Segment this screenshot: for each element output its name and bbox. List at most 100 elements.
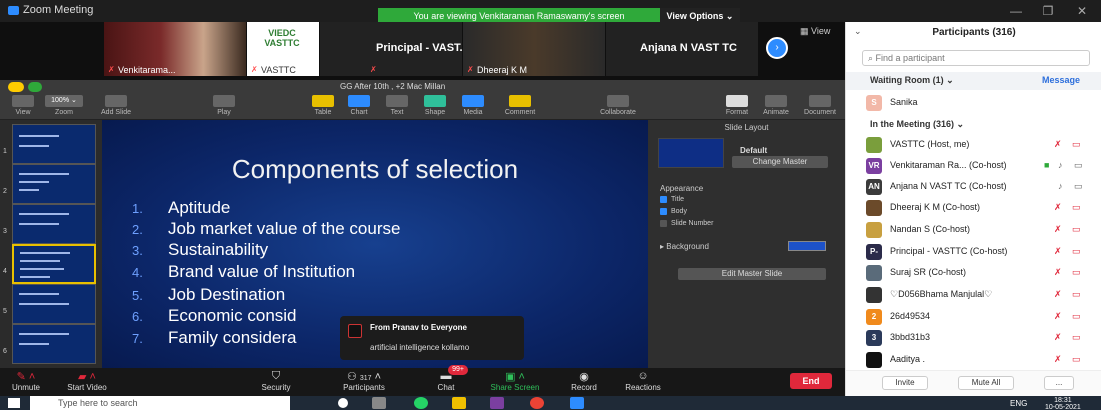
restore-icon[interactable]: ❐ <box>1038 4 1058 18</box>
collaborate-icon <box>607 95 629 107</box>
shield-icon: ⛉ <box>271 370 281 382</box>
mic-icon: ♪ <box>1058 160 1063 170</box>
participant-row[interactable]: AN Anjana N VAST TC (Co-host) ♪ ▭ <box>846 176 1101 197</box>
zoom-window: Zoom Meeting You are viewing Venkitarama… <box>0 0 1101 410</box>
tool-media[interactable]: Media <box>458 95 488 116</box>
tool-shape[interactable]: Shape <box>420 95 450 116</box>
video-tile[interactable]: VIEDC VASTTC ✗ VASTTC <box>247 22 319 76</box>
participant-row[interactable]: Nandan S (Co-host) ✗ ▭ <box>846 219 1101 240</box>
layout-swatch[interactable] <box>658 138 724 168</box>
reactions-icon: ☺ <box>637 370 649 382</box>
muted-mic-icon: ✗ <box>108 65 115 74</box>
video-tile[interactable]: Anjana N VAST TC <box>606 22 758 76</box>
tool-table[interactable]: Table <box>308 95 338 116</box>
mute-all-button[interactable]: Mute All <box>958 376 1014 390</box>
onenote-icon[interactable] <box>490 397 504 409</box>
start-video-button[interactable]: ▰ ˄ Start Video <box>62 370 112 392</box>
file-explorer-icon[interactable] <box>452 397 466 409</box>
tool-add-slide[interactable]: Add Slide <box>96 95 136 116</box>
panel-header: Slide Layout <box>724 123 769 132</box>
participant-row[interactable]: Suraj SR (Co-host) ✗ ▭ <box>846 262 1101 283</box>
change-master-button[interactable]: Change Master <box>732 156 828 168</box>
video-icon: ▭ <box>1074 181 1083 191</box>
mic-icon: ♪ <box>1058 181 1063 191</box>
tool-format[interactable]: Format <box>720 95 754 116</box>
background-section[interactable]: ▸ Background <box>660 242 709 251</box>
message-button[interactable]: Message <box>1042 75 1080 85</box>
body-checkbox[interactable]: Body <box>660 208 687 215</box>
slide-thumbnail[interactable] <box>12 324 96 364</box>
zoom-taskbar-icon[interactable] <box>570 397 584 409</box>
tool-view[interactable]: View <box>8 95 38 116</box>
waiting-participant-row[interactable]: S Sanika <box>846 92 1101 113</box>
slide-bullet: 5. Job Destination <box>132 285 286 304</box>
participant-search-input[interactable]: ⌕ Find a participant <box>862 50 1090 66</box>
participant-row[interactable]: P- Principal - VASTTC (Co-host) ✗ ▭ <box>846 241 1101 262</box>
windows-start-icon[interactable] <box>8 398 20 408</box>
waiting-room-header[interactable]: Waiting Room (1) ⌄ Message <box>846 72 1101 90</box>
reactions-button[interactable]: ☺ Reactions <box>620 370 666 392</box>
view-button[interactable]: ▦ View <box>800 26 830 37</box>
participant-row[interactable]: Dheeraj K M (Co-host) ✗ ▭ <box>846 197 1101 218</box>
video-off-icon: ▭ <box>1072 311 1081 321</box>
slide-bullet: 6. Economic consid <box>132 306 297 325</box>
in-meeting-header[interactable]: In the Meeting (316) ⌄ <box>870 119 964 130</box>
security-button[interactable]: ⛉ Security <box>256 370 296 392</box>
share-screen-button[interactable]: ▣ ˄ Share Screen <box>484 370 546 392</box>
taskbar-search-input[interactable]: Type here to search <box>30 396 290 410</box>
layout-name: Default <box>740 146 768 155</box>
mic-muted-icon: ✗ <box>1054 354 1062 364</box>
annotate-icon[interactable] <box>8 82 24 92</box>
participant-row[interactable]: VR Venkitaraman Ra... (Co-host) ■ ♪ ▭ <box>846 155 1101 176</box>
minimize-icon[interactable]: — <box>1006 4 1026 18</box>
slide-thumbnail[interactable] <box>12 284 96 324</box>
participant-row[interactable]: ♡D056Bhama Manjulal♡ ✗ ▭ <box>846 284 1101 305</box>
animate-icon <box>765 95 787 107</box>
cortana-icon[interactable] <box>338 398 348 408</box>
task-view-icon[interactable] <box>372 397 386 409</box>
edit-master-slide-button[interactable]: Edit Master Slide <box>678 268 826 280</box>
tool-collaborate[interactable]: Collaborate <box>596 95 640 116</box>
close-icon[interactable]: ✕ <box>1072 4 1092 18</box>
background-color-swatch[interactable] <box>788 241 826 251</box>
tool-comment[interactable]: Comment <box>500 95 540 116</box>
whatsapp-icon[interactable] <box>414 397 428 409</box>
invite-button[interactable]: Invite <box>882 376 928 390</box>
chrome-icon[interactable] <box>530 397 544 409</box>
tool-document[interactable]: Document <box>798 95 842 116</box>
slide-thumbnail[interactable] <box>12 164 96 204</box>
slide-thumbnail[interactable] <box>12 124 96 164</box>
chat-notification[interactable]: From Pranav to Everyone artificial intel… <box>340 316 524 360</box>
next-page-icon[interactable]: › <box>766 37 788 59</box>
clock[interactable]: 18:31 10-05-2021 <box>1045 397 1081 410</box>
participant-row[interactable]: 3 3bbd31b3 ✗ ▭ <box>846 327 1101 348</box>
slide-navigator: 1 2 3 4 5 6 <box>0 120 102 368</box>
tool-text[interactable]: Text <box>382 95 412 116</box>
more-button[interactable]: ... <box>1044 376 1074 390</box>
participants-panel: ⌄ Participants (316) ⌕ Find a participan… <box>845 22 1101 396</box>
participant-row[interactable]: VASTTC (Host, me) ✗ ▭ <box>846 134 1101 155</box>
muted-mic-icon: ✗ <box>251 65 258 74</box>
tool-animate[interactable]: Animate <box>758 95 794 116</box>
appearance-heading: Appearance <box>660 184 704 193</box>
slide-number-checkbox[interactable]: Slide Number <box>660 220 713 227</box>
slide-bullet: 7. Family considera <box>132 328 297 347</box>
video-tile[interactable]: ✗ Venkitarama... <box>104 22 246 76</box>
video-tile[interactable]: ✗ Dheeraj K M <box>463 22 605 76</box>
tool-chart[interactable]: Chart <box>344 95 374 116</box>
mic-muted-icon: ✗ <box>1054 311 1062 321</box>
slide-thumbnail[interactable] <box>12 204 96 244</box>
app-title: Zoom Meeting <box>8 4 93 16</box>
tool-play[interactable]: Play <box>204 95 244 116</box>
title-checkbox[interactable]: Title <box>660 196 684 203</box>
video-tile[interactable]: Principal - VAST... ✗ <box>320 22 462 76</box>
end-button[interactable]: End <box>790 373 832 389</box>
participants-button[interactable]: ⚇ 317 ˄ Participants <box>336 370 392 392</box>
tool-zoom[interactable]: 100% ⌄ Zoom <box>42 95 86 116</box>
record-button[interactable]: ◉ Record <box>566 370 602 392</box>
slide-thumbnail-selected[interactable] <box>12 244 96 284</box>
participant-row[interactable]: Aaditya . ✗ ▭ <box>846 349 1101 370</box>
language-indicator[interactable]: ENG <box>1010 399 1027 408</box>
participant-row[interactable]: 2 26d49534 ✗ ▭ <box>846 306 1101 327</box>
unmute-button[interactable]: ✎ ˄ Unmute <box>6 370 46 392</box>
